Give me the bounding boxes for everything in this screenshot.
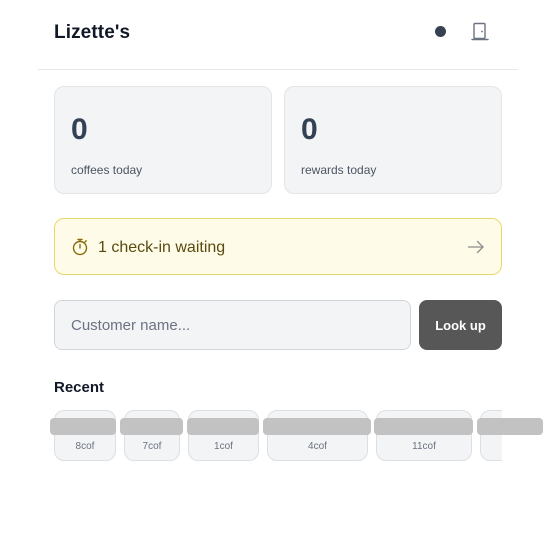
redacted-customer-name (477, 418, 543, 435)
stopwatch-icon (71, 238, 89, 256)
arrow-right-icon (467, 239, 485, 255)
redacted-customer-name (187, 418, 259, 435)
coffees-today-count: 0 (71, 113, 88, 146)
rewards-today-card: 0 rewards today (284, 86, 502, 194)
coffee-count: 8cof (75, 441, 95, 452)
redacted-customer-name (374, 418, 473, 435)
exit-door-icon[interactable] (471, 22, 489, 42)
redacted-customer-name (120, 418, 183, 435)
redacted-customer-name (50, 418, 116, 435)
look-up-button[interactable]: Look up (419, 300, 502, 350)
redacted-customer-name (263, 418, 371, 435)
customer-name-input[interactable] (54, 300, 411, 350)
rewards-today-count: 0 (301, 113, 318, 146)
shop-name: Lizette's (54, 22, 131, 43)
checkin-waiting-banner[interactable]: 1 check-in waiting (54, 218, 502, 275)
app-header: Lizette's (38, 0, 518, 70)
coffees-today-card: 0 coffees today (54, 86, 272, 194)
coffee-count: 4cof (308, 441, 327, 452)
coffee-count: 7cof (142, 441, 162, 452)
recent-section-title: Recent (54, 379, 105, 396)
checkin-waiting-text: 1 check-in waiting (98, 239, 226, 256)
status-indicator-icon (435, 26, 446, 37)
coffee-count: 11cof (412, 441, 436, 452)
rewards-today-label: rewards today (301, 163, 377, 177)
coffees-today-label: coffees today (71, 163, 143, 177)
coffee-count: 1cof (214, 441, 233, 452)
